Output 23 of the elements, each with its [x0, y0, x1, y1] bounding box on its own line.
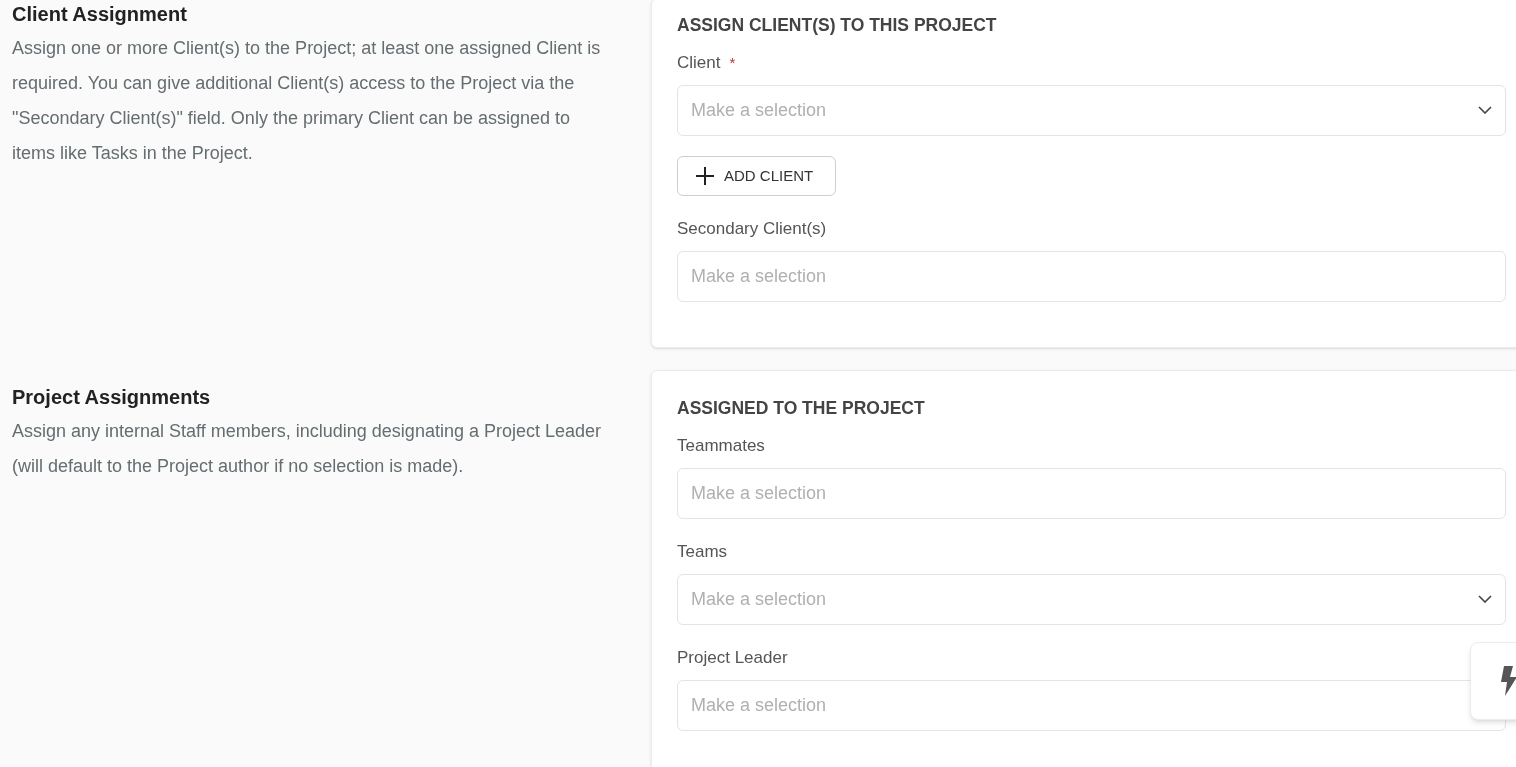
section-title: Client Assignment — [12, 3, 188, 25]
input-field[interactable]: Make a selection — [677, 251, 1506, 302]
field-label: Secondary Client(s) — [677, 218, 827, 241]
required-marker: * — [729, 52, 736, 73]
lightning-icon — [1501, 666, 1516, 696]
select-field[interactable]: Make a selection — [677, 574, 1506, 625]
section-title: Project Assignments — [12, 386, 212, 408]
field-label: Client — [677, 52, 721, 75]
input-field[interactable]: Make a selection — [677, 680, 1506, 731]
field-label: Teammates — [677, 435, 765, 458]
chevron-down-icon — [1478, 106, 1492, 114]
field-label: Project Leader — [677, 647, 788, 670]
select-field[interactable]: Make a selection — [677, 85, 1506, 136]
lightning-button[interactable] — [1470, 642, 1516, 720]
add-client-button[interactable]: ADD CLIENT — [677, 156, 836, 196]
card-heading: ASSIGN CLIENT(S) TO THIS PROJECT — [677, 15, 998, 35]
section-description: Assign one or more Client(s) to the Project; at least one assigned Client is required. You can give additional Client(s) access to the Project via the "Secondary Client(s)" field. Only the primary Client can be assigned to items like Tasks in the Project. — [12, 37, 602, 165]
section-description: Assign any internal Staff members, including designating a Project Leader (will default to the Project author if no selection is made). — [12, 420, 602, 478]
card-heading: ASSIGNED TO THE PROJECT — [677, 398, 926, 418]
plus-icon — [696, 167, 714, 185]
input-field[interactable]: Make a selection — [677, 468, 1506, 519]
chevron-down-icon — [1478, 595, 1492, 603]
field-label: Teams — [677, 541, 728, 564]
